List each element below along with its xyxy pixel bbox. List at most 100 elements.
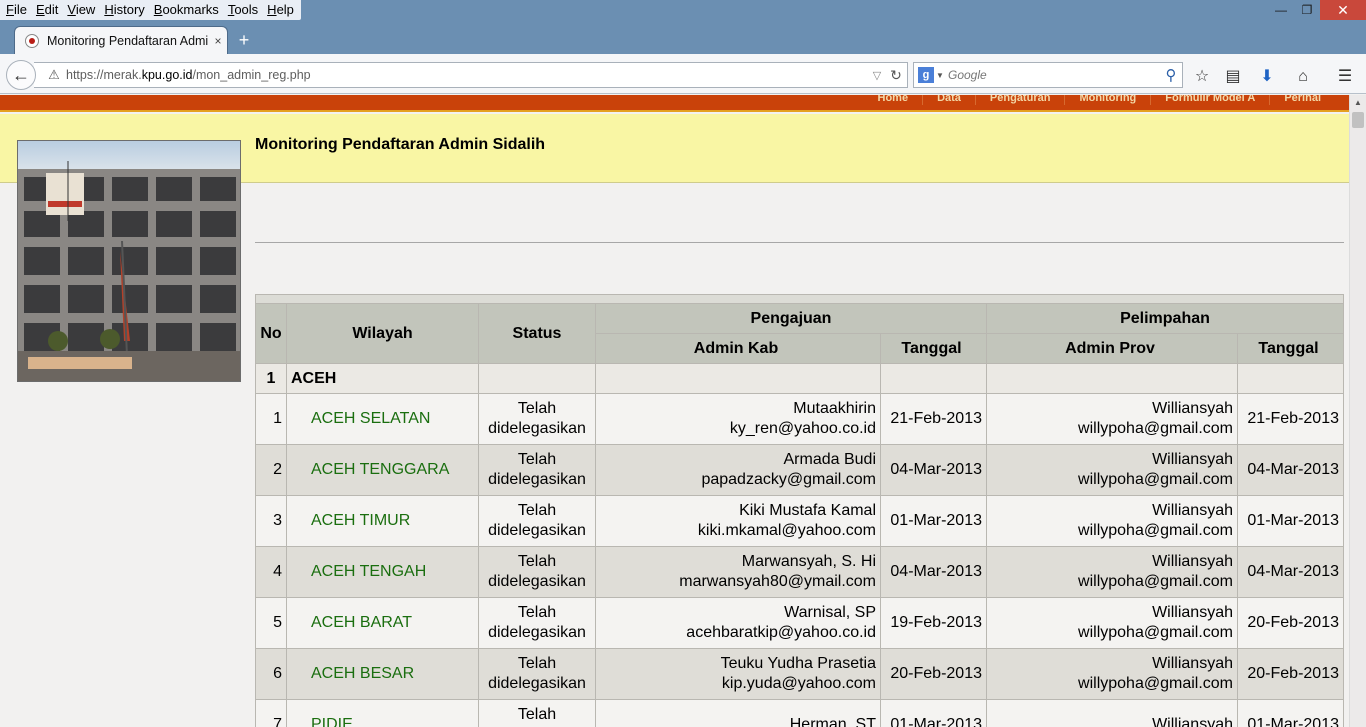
tanggal-pengajuan: 04-Mar-2013 xyxy=(880,546,987,598)
admin-kab-email: ky_ren@yahoo.co.id xyxy=(729,420,876,437)
menu-hamburger-icon[interactable]: ☰ xyxy=(1334,67,1356,87)
wilayah-link[interactable]: ACEH TIMUR xyxy=(286,495,479,547)
header-pengajuan: Pengajuan xyxy=(595,303,987,334)
nav-perihal[interactable]: Perihal xyxy=(1269,95,1335,105)
row-status: Telahdidelegasikan xyxy=(478,393,596,445)
admin-prov-email: willypoha@gmail.com xyxy=(1078,420,1233,437)
tanggal-pelimpahan: 20-Feb-2013 xyxy=(1237,648,1344,700)
admin-kab-name: Teuku Yudha Prasetia xyxy=(720,655,876,672)
search-bar[interactable]: g ▼ Google ⚲ xyxy=(913,62,1183,88)
kpu-building-photo xyxy=(17,140,241,382)
kpu-favicon-icon xyxy=(25,33,39,48)
menu-history[interactable]: History xyxy=(100,0,149,20)
admin-prov-cell: Williansyah xyxy=(986,699,1238,727)
admin-kab-name: Mutaakhirin xyxy=(793,400,876,417)
table-row: 3 ACEH TIMUR Telah didelegasikan Kiki Mustaf… xyxy=(255,495,1344,547)
scroll-thumb[interactable] xyxy=(1352,112,1364,128)
province-name: ACEH xyxy=(286,363,479,394)
engine-dropdown-icon[interactable]: ▼ xyxy=(934,71,946,80)
reading-list-icon[interactable]: ▤ xyxy=(1222,67,1244,87)
admin-prov-cell: Williansyah willypoha@gmail.com xyxy=(986,393,1238,445)
nav-monitoring[interactable]: Monitoring xyxy=(1064,95,1150,105)
registration-table: No Wilayah Status Pengajuan Pelimpahan A… xyxy=(255,294,1344,727)
google-engine-icon[interactable]: g xyxy=(918,67,934,83)
menu-bookmarks[interactable]: Bookmarks xyxy=(150,0,224,20)
magnifier-icon[interactable]: ⚲ xyxy=(1160,66,1182,84)
wilayah-link[interactable]: ACEH TENGGARA xyxy=(286,444,479,496)
download-icon[interactable]: ⬇ xyxy=(1256,67,1278,87)
url-bar[interactable]: ⚠ https://merak.kpu.go.id/mon_admin_reg.… xyxy=(34,62,908,88)
reload-icon[interactable]: ↻ xyxy=(885,67,907,84)
header-admin-prov: Admin Prov xyxy=(986,333,1238,364)
tab-active[interactable]: Monitoring Pendaftaran Admi... × xyxy=(14,26,228,54)
tab-close-icon[interactable]: × xyxy=(209,34,227,48)
page-title: Monitoring Pendaftaran Admin Sidalih xyxy=(255,136,546,153)
tanggal-pengajuan: 21-Feb-2013 xyxy=(880,393,987,445)
nav-formulir[interactable]: Formulir Model A xyxy=(1150,95,1269,105)
header-tanggal: Tanggal xyxy=(880,333,987,364)
admin-prov-name: Williansyah xyxy=(1152,716,1233,727)
nav-data[interactable]: Data xyxy=(922,95,975,105)
admin-kab-email: kiki.mkamal@yahoo.com xyxy=(697,522,876,539)
wilayah-link[interactable]: ACEH BESAR xyxy=(286,648,479,700)
admin-kab-cell: Marwansyah, S. Hi marwansyah80@ymail.com xyxy=(595,546,881,598)
search-input[interactable]: Google xyxy=(946,68,1160,82)
new-tab-button[interactable]: + xyxy=(234,30,254,51)
menu-tools[interactable]: Tools xyxy=(224,0,263,20)
back-arrow-icon: ← xyxy=(12,64,30,85)
wilayah-link[interactable]: ACEH TENGAH xyxy=(286,546,479,598)
url-dropdown-icon[interactable]: ▽ xyxy=(869,69,885,82)
row-status: Telahdidelegasikan xyxy=(478,546,596,598)
admin-prov-cell: Williansyah willypoha@gmail.com xyxy=(986,495,1238,547)
wilayah-link[interactable]: ACEH BARAT xyxy=(286,597,479,649)
tanggal-pengajuan: 20-Feb-2013 xyxy=(880,648,987,700)
admin-prov-email: willypoha@gmail.com xyxy=(1078,675,1233,692)
nav-pengaturan[interactable]: Pengaturan xyxy=(974,95,1065,105)
tanggal-pengajuan: 19-Feb-2013 xyxy=(880,597,987,649)
admin-kab-name: Armada Budi xyxy=(783,451,877,468)
menu-file[interactable]: File xyxy=(2,0,32,20)
menu-edit[interactable]: Edit xyxy=(32,0,63,20)
province-row: 1 ACEH xyxy=(255,363,1344,394)
admin-kab-name: Warnisal, SP xyxy=(784,604,876,621)
admin-kab-email: acehbaratkip@yahoo.co.id xyxy=(686,624,876,641)
admin-prov-name: Williansyah xyxy=(1152,553,1233,570)
tab-strip: Monitoring Pendaftaran Admi... × + xyxy=(0,22,1366,54)
restore-button[interactable]: ❐ xyxy=(1294,0,1320,20)
tanggal-pengajuan: 01-Mar-2013 xyxy=(880,495,987,547)
home-icon[interactable]: ⌂ xyxy=(1292,67,1314,87)
row-no: 1 xyxy=(255,393,287,445)
table-row: 5 ACEH BARAT Telah didelegasikan Warnisal, S… xyxy=(255,597,1344,649)
table-row: 1 ACEH SELATAN Telah didelegasikan Mutaakhir… xyxy=(255,393,1344,445)
scroll-up-icon[interactable]: ▲ xyxy=(1350,95,1366,111)
row-no: 3 xyxy=(255,495,287,547)
admin-kab-email: papadzacky@gmail.com xyxy=(701,471,876,488)
admin-prov-email: willypoha@gmail.com xyxy=(1078,471,1233,488)
tanggal-pengajuan: 04-Mar-2013 xyxy=(880,444,987,496)
tanggal-pelimpahan: 20-Feb-2013 xyxy=(1237,597,1344,649)
window-controls: — ❐ ✕ xyxy=(1268,0,1366,20)
admin-prov-cell: Williansyah willypoha@gmail.com xyxy=(986,546,1238,598)
back-button[interactable]: ← xyxy=(6,60,36,90)
tanggal-pelimpahan: 01-Mar-2013 xyxy=(1237,495,1344,547)
nav-home[interactable]: Home xyxy=(864,95,923,105)
admin-prov-email: willypoha@gmail.com xyxy=(1078,573,1233,590)
menu-help[interactable]: Help xyxy=(263,0,299,20)
vertical-scrollbar[interactable]: ▲ xyxy=(1349,95,1366,727)
row-no: 4 xyxy=(255,546,287,598)
wilayah-link[interactable]: ACEH SELATAN xyxy=(286,393,479,445)
row-status: Telahdidelegasikan xyxy=(478,648,596,700)
header-status: Status xyxy=(478,303,596,364)
header-no: No xyxy=(255,303,287,364)
wilayah-link[interactable]: PIDIE xyxy=(286,699,479,727)
bookmark-star-icon[interactable]: ☆ xyxy=(1191,67,1213,87)
admin-prov-name: Williansyah xyxy=(1152,451,1233,468)
close-window-button[interactable]: ✕ xyxy=(1320,0,1366,20)
minimize-button[interactable]: — xyxy=(1268,0,1294,20)
admin-kab-cell: Kiki Mustafa Kamal kiki.mkamal@yahoo.com xyxy=(595,495,881,547)
menu-view[interactable]: View xyxy=(63,0,100,20)
url-text[interactable]: https://merak.kpu.go.id/mon_admin_reg.ph… xyxy=(66,68,869,82)
warning-icon[interactable]: ⚠ xyxy=(46,68,62,82)
admin-prov-email: willypoha@gmail.com xyxy=(1078,624,1233,641)
admin-prov-name: Williansyah xyxy=(1152,400,1233,417)
